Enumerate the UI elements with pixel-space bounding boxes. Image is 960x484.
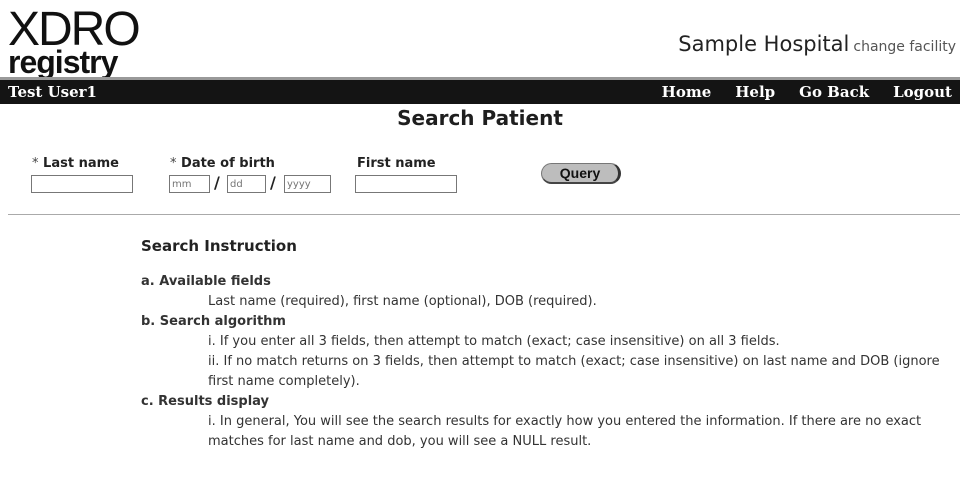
dob-label-text: Date of birth xyxy=(181,156,275,171)
nav-help-link[interactable]: Help xyxy=(735,83,775,101)
section-b-item-ii: ii. If no match returns on 3 fields, the… xyxy=(208,354,940,389)
instructions-heading: Search Instruction xyxy=(141,237,297,255)
required-marker: * xyxy=(170,156,177,171)
search-instructions: Search Instruction a. Available fields L… xyxy=(141,236,941,452)
section-a-text: Last name (required), first name (option… xyxy=(208,294,597,309)
nav-links: Home Help Go Back Logout xyxy=(638,83,952,101)
nav-home-link[interactable]: Home xyxy=(662,83,712,101)
facility-name: Sample Hospital xyxy=(678,32,850,56)
first-name-input[interactable] xyxy=(355,175,457,193)
last-name-label: * Last name xyxy=(32,156,119,171)
facility-header: Sample Hospital change facility xyxy=(678,32,956,56)
last-name-label-text: Last name xyxy=(43,156,119,171)
dob-year-input[interactable] xyxy=(284,175,331,193)
change-facility-link[interactable]: change facility xyxy=(853,39,956,55)
dob-separator: / xyxy=(214,173,220,192)
dob-month-input[interactable] xyxy=(169,175,210,193)
section-a-title: a. Available fields xyxy=(141,274,271,289)
section-c-item-i: i. In general, You will see the search r… xyxy=(208,414,922,449)
required-marker: * xyxy=(32,156,39,171)
current-user: Test User1 xyxy=(8,83,97,101)
dob-day-input[interactable] xyxy=(227,175,266,193)
nav-bar: Test User1 Home Help Go Back Logout xyxy=(0,80,960,104)
form-divider xyxy=(8,214,960,215)
nav-go-back-link[interactable]: Go Back xyxy=(799,83,869,101)
page-title: Search Patient xyxy=(397,106,563,130)
dob-separator: / xyxy=(270,173,276,192)
first-name-label: First name xyxy=(357,156,436,171)
section-c-title: c. Results display xyxy=(141,394,270,409)
section-b-item-i: i. If you enter all 3 fields, then attem… xyxy=(208,334,780,349)
nav-logout-link[interactable]: Logout xyxy=(893,83,952,101)
query-button[interactable]: Query xyxy=(541,163,621,184)
dob-label: * Date of birth xyxy=(170,156,275,171)
section-b-title: b. Search algorithm xyxy=(141,314,286,329)
xdro-logo: XDRO registry xyxy=(8,6,141,79)
last-name-input[interactable] xyxy=(31,175,133,193)
